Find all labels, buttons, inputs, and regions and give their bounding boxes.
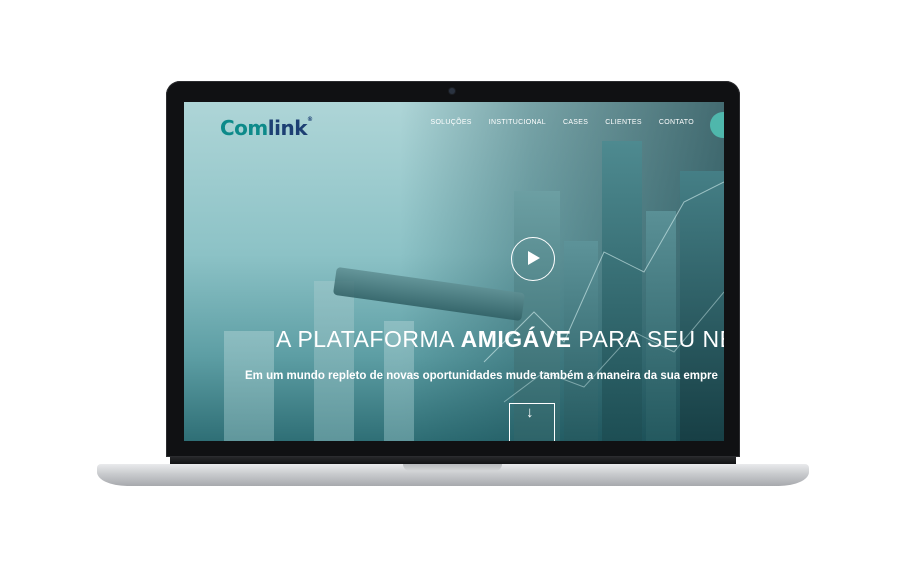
chart-lines-decoration [483,181,724,403]
laptop-notch [403,464,502,471]
main-nav: SOLUÇÕES INSTITUCIONAL CASES CLIENTES CO… [430,119,694,126]
nav-item-solucoes[interactable]: SOLUÇÕES [430,119,471,126]
nav-item-institucional[interactable]: INSTITUCIONAL [489,119,546,126]
webcam [449,88,455,94]
website-screen: Comlink® SOLUÇÕES INSTITUCIONAL CASES CL… [184,102,724,441]
comlink-logo[interactable]: Comlink® [220,116,313,140]
play-icon [528,251,540,265]
headline-post: PARA SEU NEG [578,326,724,352]
scroll-down-button[interactable]: ↓ [509,403,555,441]
nav-item-clientes[interactable]: CLIENTES [605,119,642,126]
nav-item-contato[interactable]: CONTATO [659,119,694,126]
play-video-button[interactable] [511,237,555,281]
logo-part-link: link [267,116,308,140]
logo-part-com: Com [220,116,268,140]
nav-item-cases[interactable]: CASES [563,119,588,126]
logo-registered-mark: ® [307,116,313,123]
hero-subtitle: Em um mundo repleto de novas oportunidad… [245,370,718,382]
headline-bold: AMIGÁVE [460,326,572,352]
hero-headline: A PLATAFORMA AMIGÁVE PARA SEU NEG [276,326,724,353]
headline-pre: A PLATAFORMA [276,326,461,352]
arrow-down-icon: ↓ [526,404,534,421]
